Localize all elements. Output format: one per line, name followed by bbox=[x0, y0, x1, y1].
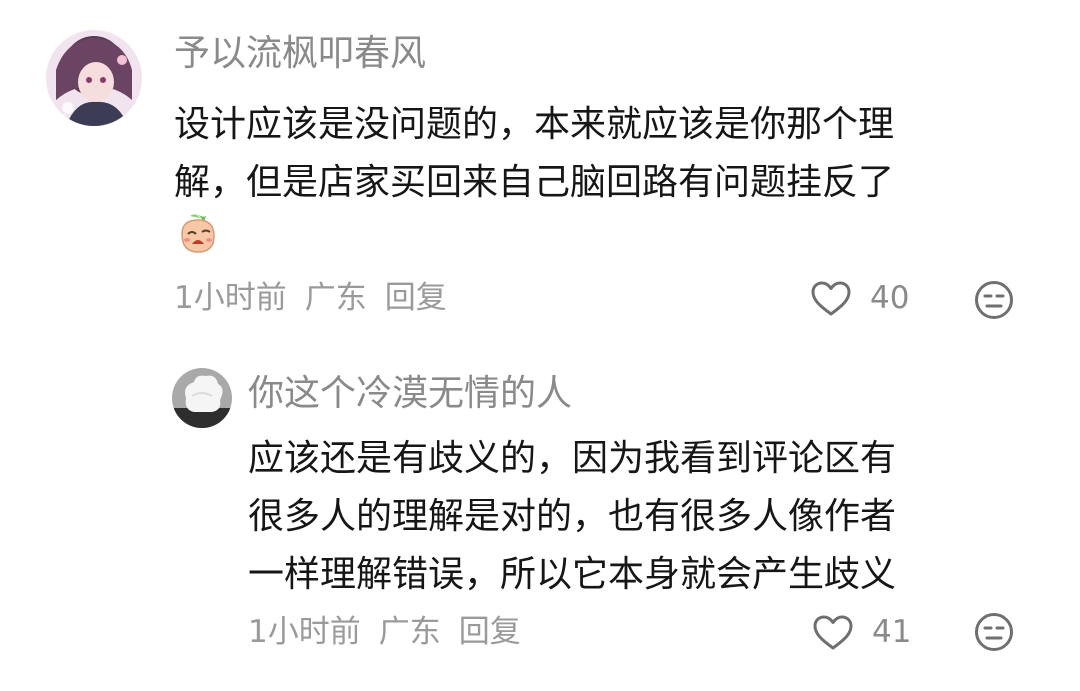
commenter-avatar[interactable] bbox=[46, 30, 142, 126]
comment-location: 广东 bbox=[304, 280, 367, 316]
reply-username[interactable]: 你这个冷漠无情的人 bbox=[248, 372, 572, 416]
like-count: 40 bbox=[870, 280, 910, 316]
neutral-face-icon[interactable] bbox=[974, 612, 1014, 652]
neutral-face-icon[interactable] bbox=[974, 280, 1014, 320]
reply-meta: 1小时前 广东 回复 bbox=[248, 612, 521, 652]
reply-text-line: 应该还是有歧义的，因为我看到评论区有 bbox=[248, 438, 897, 479]
reply-button[interactable]: 回复 bbox=[385, 280, 447, 316]
reply-time: 1小时前 bbox=[248, 614, 361, 650]
comment-text-line: 设计应该是没问题的，本来就应该是你那个理 bbox=[174, 104, 895, 145]
reply-text: 应该还是有歧义的，因为我看到评论区有 很多人的理解是对的，也有很多人像作者 一样… bbox=[248, 430, 1048, 604]
comment-text: 设计应该是没问题的，本来就应该是你那个理 解，但是店家买回来自己脑回路有问题挂反… bbox=[174, 96, 1054, 212]
reply-button[interactable]: 回复 bbox=[459, 614, 521, 650]
comment-meta: 1小时前 广东 回复 bbox=[174, 278, 447, 318]
like-count: 41 bbox=[872, 614, 912, 650]
heart-outline-icon[interactable] bbox=[810, 280, 852, 318]
commenter-username[interactable]: 予以流枫叩春风 bbox=[174, 32, 426, 76]
comment-time: 1小时前 bbox=[174, 280, 287, 316]
comment-text-line: 解，但是店家买回来自己脑回路有问题挂反了 bbox=[174, 162, 895, 203]
heart-outline-icon[interactable] bbox=[812, 614, 854, 652]
reply-avatar[interactable] bbox=[172, 368, 232, 428]
reply-location: 广东 bbox=[378, 614, 441, 650]
reply-text-line: 很多人的理解是对的，也有很多人像作者 bbox=[248, 496, 897, 537]
reply-text-line: 一样理解错误，所以它本身就会产生歧义 bbox=[248, 554, 897, 595]
peach-crying-emoji bbox=[176, 210, 220, 254]
